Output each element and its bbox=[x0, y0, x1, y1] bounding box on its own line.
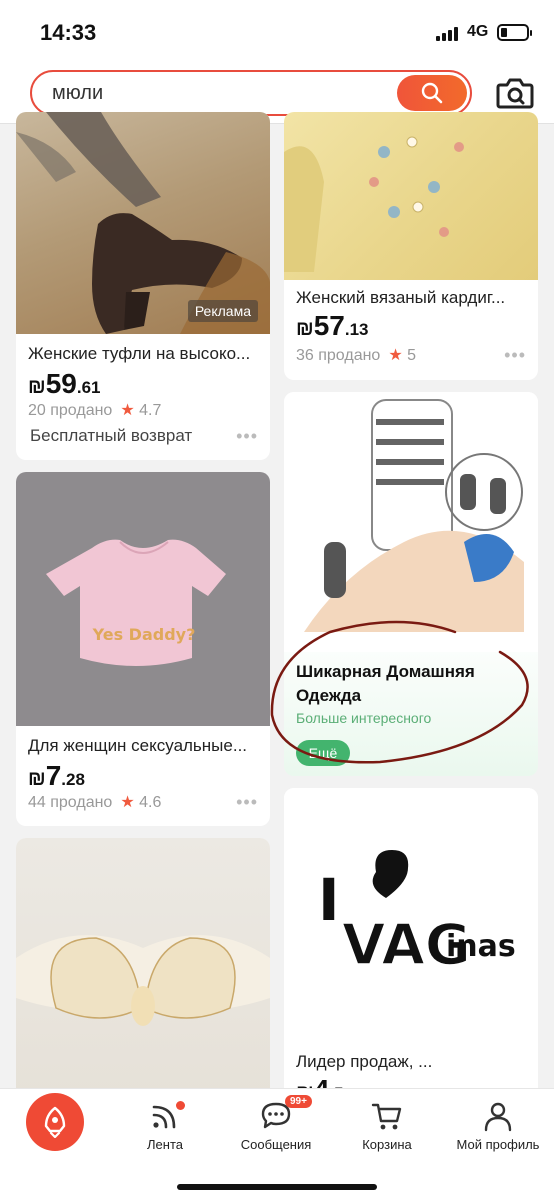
star-icon: ★ bbox=[388, 347, 403, 364]
status-time: 14:33 bbox=[40, 20, 97, 45]
network-label: 4G bbox=[467, 23, 489, 40]
tab-cart-label: Корзина bbox=[362, 1137, 412, 1152]
tab-messages[interactable]: 99+ Сообщения bbox=[221, 1095, 331, 1152]
search-button[interactable] bbox=[397, 75, 467, 111]
promo-subtitle: Больше интересного bbox=[296, 710, 432, 726]
tab-feed-label: Лента bbox=[147, 1137, 183, 1152]
product-card-logo[interactable]: I VAG inas Лидер продаж, ... ₪4.5 bbox=[284, 788, 538, 1098]
search-bar[interactable]: мюли bbox=[30, 70, 472, 116]
top-illustration: Yes Daddy? bbox=[46, 539, 226, 666]
status-bar: 14:33 4G bbox=[0, 0, 554, 62]
cart-icon bbox=[371, 1103, 402, 1130]
cardigan-illustration bbox=[284, 136, 464, 272]
more-options-icon[interactable]: ••• bbox=[236, 792, 258, 813]
bottom-nav: Лента 99+ Сообщения Корзина Мой профиль bbox=[0, 1088, 554, 1200]
svg-text:inas: inas bbox=[446, 929, 516, 964]
more-options-icon[interactable]: ••• bbox=[236, 426, 258, 447]
promo-illustration bbox=[304, 399, 524, 632]
star-icon: ★ bbox=[120, 794, 135, 811]
product-title: Женские туфли на высоко... bbox=[28, 344, 251, 363]
logo-illustration: I VAG inas bbox=[318, 850, 516, 979]
home-indicator bbox=[177, 1184, 377, 1190]
promo-more-button[interactable]: Ещё bbox=[296, 740, 350, 766]
search-icon bbox=[421, 82, 443, 104]
tab-cart[interactable]: Корзина bbox=[332, 1099, 442, 1152]
product-meta: 36 продано ★ 5 bbox=[296, 347, 417, 364]
product-price: ₪57.13 bbox=[296, 310, 369, 341]
rocket-icon bbox=[44, 1106, 66, 1138]
product-image-logo: I VAG inas bbox=[284, 788, 538, 1038]
free-return-label: Бесплатный возврат bbox=[30, 426, 193, 445]
signal-icon bbox=[436, 27, 462, 41]
battery-icon bbox=[497, 24, 532, 41]
profile-icon bbox=[484, 1102, 512, 1132]
home-button[interactable] bbox=[26, 1093, 84, 1151]
ad-label: Реклама bbox=[187, 300, 258, 322]
product-price: ₪59.61 bbox=[28, 368, 101, 399]
product-card-cardigan[interactable]: Женский вязаный кардиг... ₪57.13 36 прод… bbox=[284, 112, 538, 380]
product-image-lingerie bbox=[16, 838, 270, 1098]
lingerie-illustration bbox=[16, 935, 270, 1026]
product-image-cardigan bbox=[284, 112, 538, 280]
promo-image bbox=[284, 392, 538, 652]
product-meta: 44 продано ★ 4.6 bbox=[28, 794, 162, 811]
tab-feed[interactable]: Лента bbox=[110, 1099, 220, 1152]
product-title: Лидер продаж, ... bbox=[296, 1052, 433, 1071]
product-meta: 20 продано ★ 4.7 bbox=[28, 402, 162, 419]
notification-dot bbox=[176, 1101, 185, 1110]
product-title: Для женщин сексуальные... bbox=[28, 736, 248, 755]
tab-profile[interactable]: Мой профиль bbox=[443, 1099, 553, 1152]
product-price: ₪7.28 bbox=[28, 760, 85, 791]
product-card-shoes[interactable]: Реклама Женские туфли на высоко... ₪59.6… bbox=[16, 112, 270, 460]
star-icon: ★ bbox=[120, 402, 135, 419]
camera-icon[interactable] bbox=[496, 76, 534, 110]
tab-profile-label: Мой профиль bbox=[456, 1137, 540, 1152]
svg-text:I: I bbox=[318, 866, 340, 934]
product-image-top: Yes Daddy? bbox=[16, 472, 270, 726]
promo-card[interactable]: Шикарная Домашняя Одежда Больше интересн… bbox=[284, 392, 538, 776]
product-title: Женский вязаный кардиг... bbox=[296, 288, 506, 307]
product-card-top[interactable]: Yes Daddy? Для женщин сексуальные... ₪7.… bbox=[16, 472, 270, 826]
promo-title: Шикарная Домашняя Одежда bbox=[296, 662, 475, 705]
tab-messages-label: Сообщения bbox=[240, 1137, 312, 1152]
more-options-icon[interactable]: ••• bbox=[504, 345, 526, 366]
print-text: Yes Daddy? bbox=[92, 625, 196, 644]
messages-badge: 99+ bbox=[285, 1095, 312, 1108]
search-input[interactable]: мюли bbox=[52, 82, 103, 105]
product-card-lingerie[interactable] bbox=[16, 838, 270, 1098]
